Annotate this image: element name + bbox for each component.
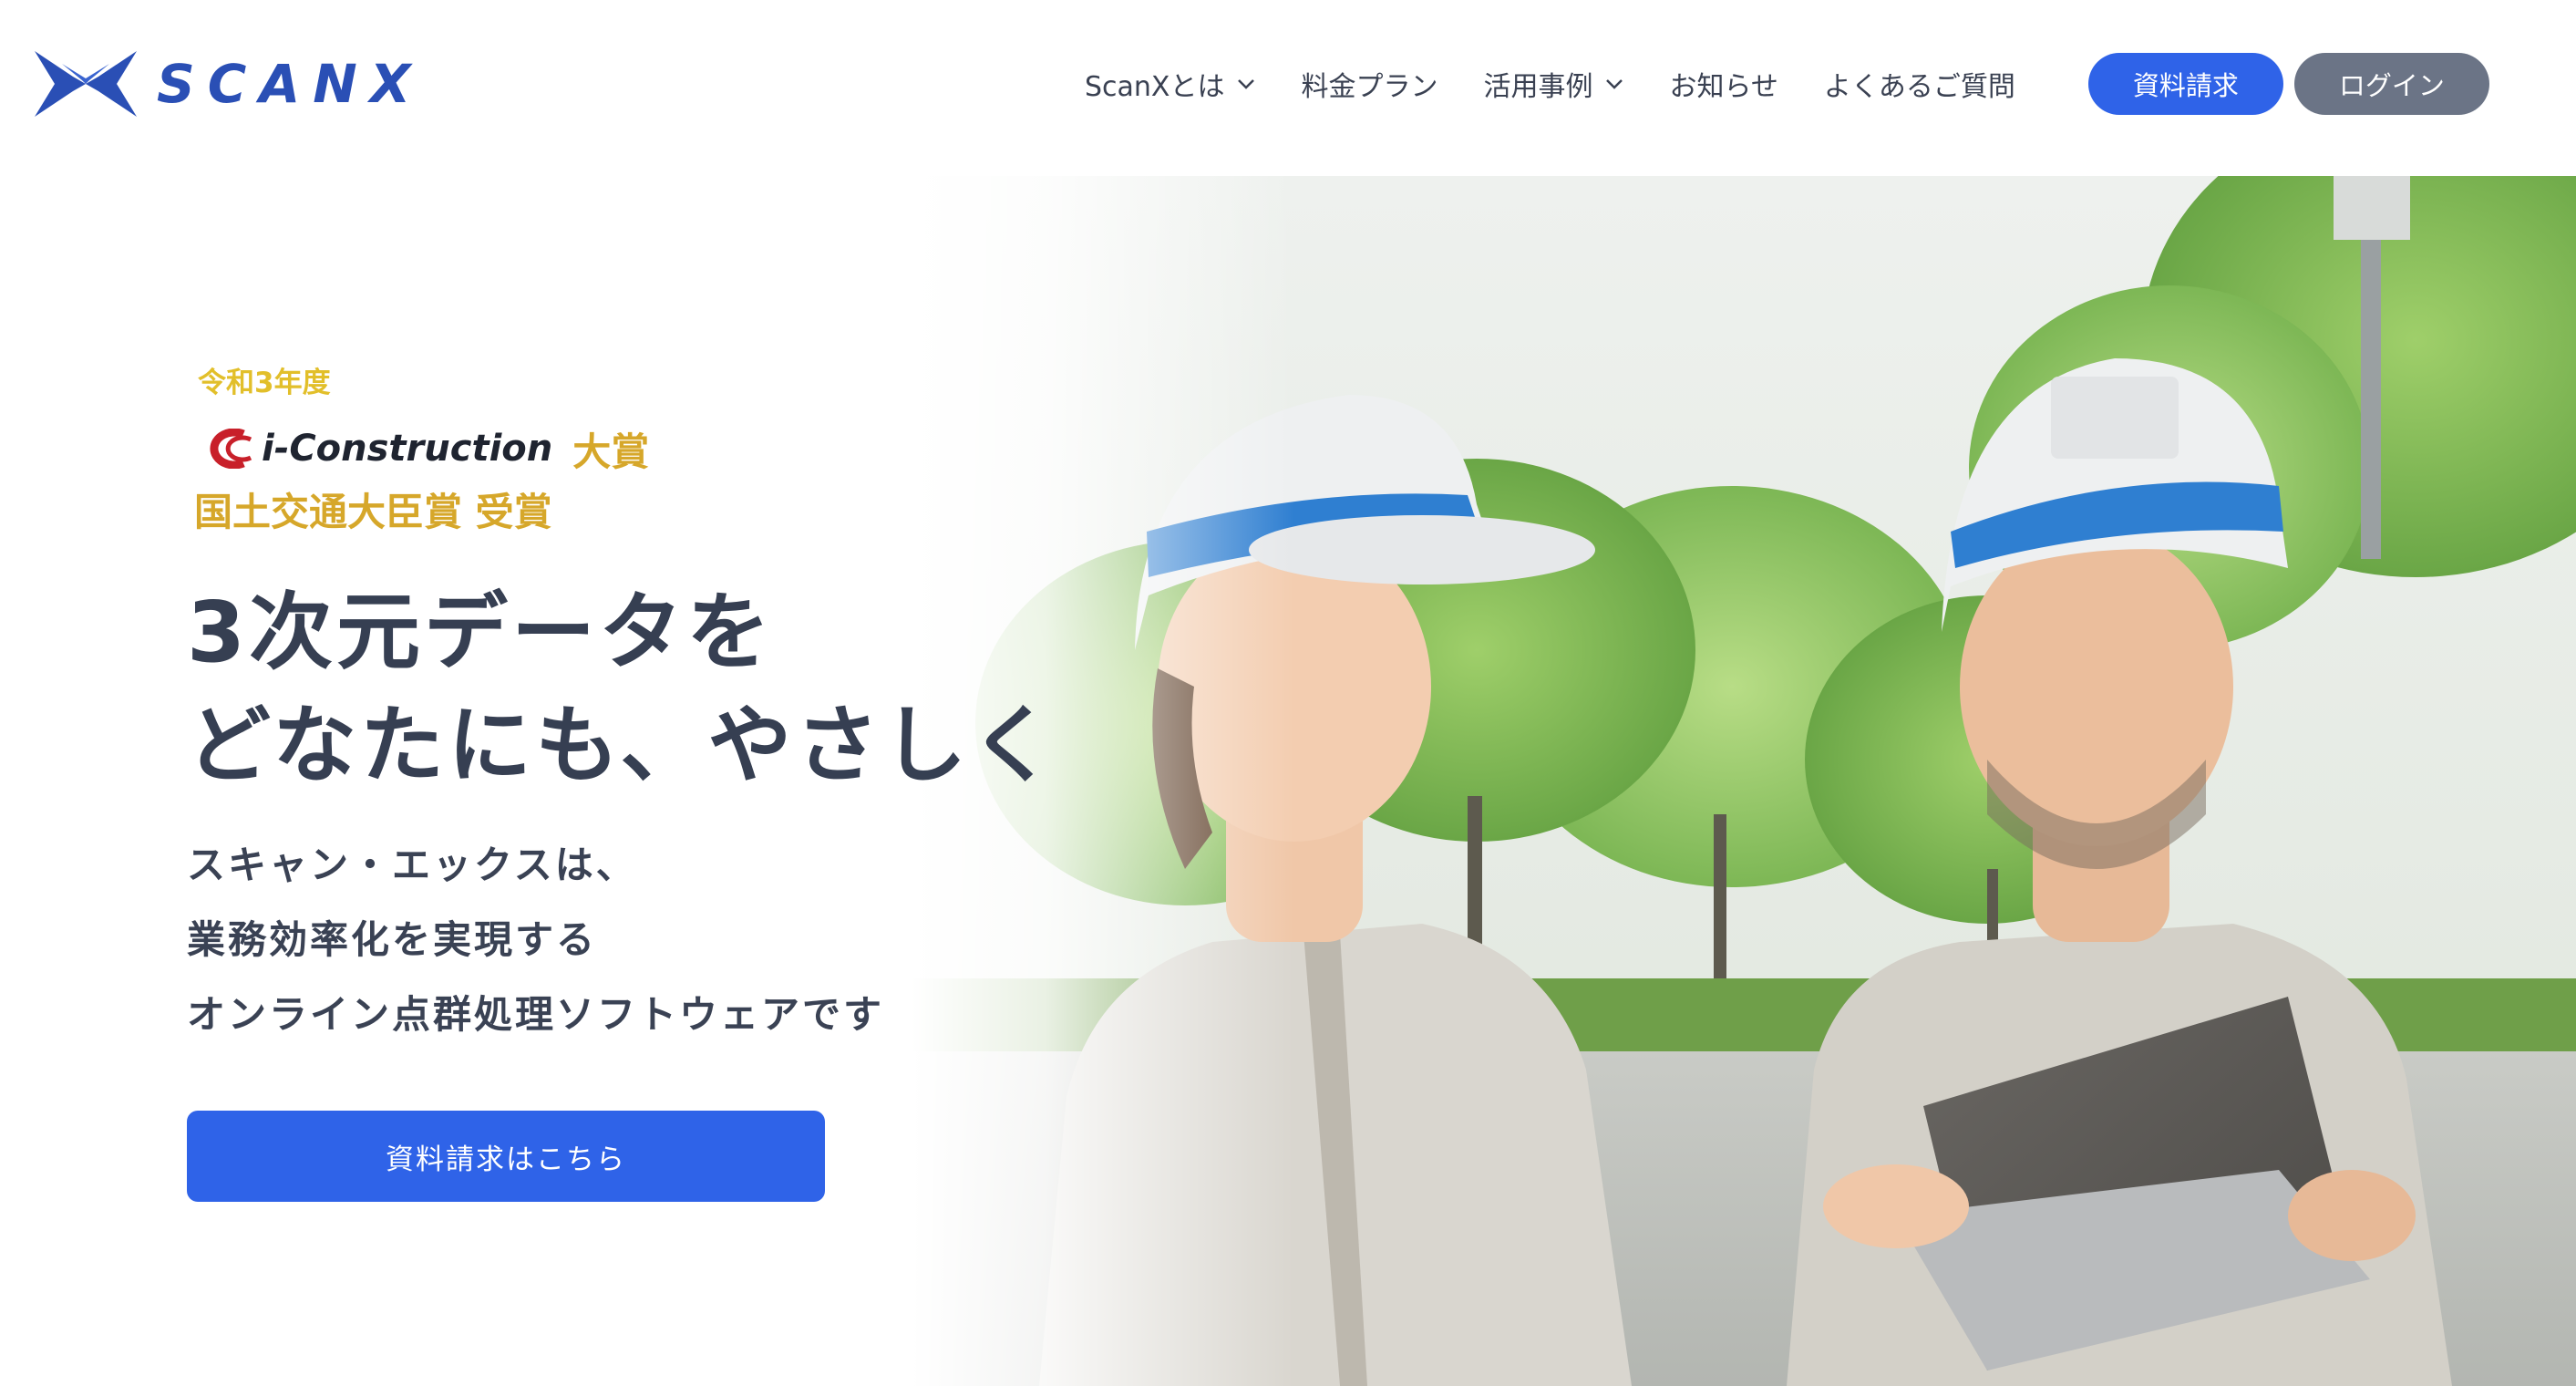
page: SCANX ScanXとは 料金プラン 活用事例 お知らせ よくあるご質問 資料… [0,0,2576,1386]
nav-label: お知らせ [1669,71,1778,103]
nav-label: 料金プラン [1301,71,1438,103]
hero-subtext: スキャン・エックスは、 業務効率化を実現する オンライン点群処理ソフトウェアです [187,828,1007,1052]
brand-name: SCANX [157,53,424,115]
hero-headline: 3次元データを どなたにも、やさしく [187,576,1058,802]
nav-item-faq[interactable]: よくあるご質問 [1824,64,2015,104]
cta-request-button[interactable]: 資料請求はこちら [187,1111,825,1202]
nav-item-cases[interactable]: 活用事例 [1484,64,1624,104]
headline-line-2: どなたにも、やさしく [187,697,1058,794]
nav-label: 活用事例 [1483,71,1593,103]
i-construction-logo-icon [210,429,252,469]
headline-line-1: 3次元データを [187,584,775,681]
chevron-down-icon [1237,79,1254,89]
site-header: SCANX ScanXとは 料金プラン 活用事例 お知らせ よくあるご質問 資料… [0,0,2576,173]
award-line: i-Construction 大賞 [187,423,1007,474]
subtext-line-2: 業務効率化を実現する [187,917,598,962]
login-button[interactable]: ログイン [2293,53,2489,115]
request-materials-button[interactable]: 資料請求 [2087,53,2283,115]
subtext-line-1: スキャン・エックスは、 [187,843,637,887]
nav-item-news[interactable]: お知らせ [1670,64,1778,104]
award-program: i-Construction [262,428,553,470]
main-nav: ScanXとは 料金プラン 活用事例 お知らせ よくあるご質問 資料請求 ログイ… [1085,51,2576,117]
nav-label: ScanXとは [1085,71,1225,103]
award-minister: 国土交通大臣賞 受賞 [194,490,552,534]
award-grand-prize: 大賞 [572,429,650,474]
nav-item-pricing[interactable]: 料金プラン [1302,64,1438,104]
nav-label: よくあるご質問 [1823,71,2015,103]
award-year: 令和3年度 [198,367,331,399]
hero-photo [912,176,2576,1386]
scanx-logo-icon [35,51,137,117]
subtext-line-3: オンライン点群処理ソフトウェアです [187,992,885,1037]
logo[interactable]: SCANX [35,51,423,117]
chevron-down-icon [1605,79,1623,89]
nav-item-about[interactable]: ScanXとは [1085,64,1256,104]
hero-content: 令和3年度 i-Construction 大賞 国土交通大臣賞 受賞 3次元デー… [187,365,1058,1202]
